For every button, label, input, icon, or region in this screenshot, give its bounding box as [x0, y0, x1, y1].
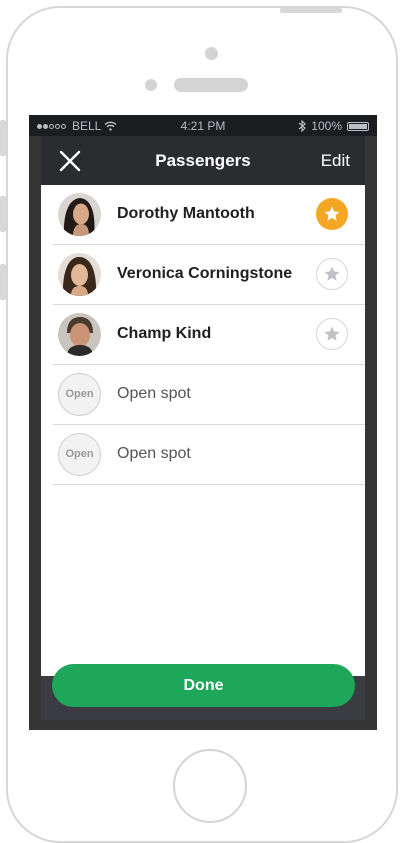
open-spot-row[interactable]: Open Open spot	[53, 365, 365, 425]
page-title: Passengers	[155, 151, 251, 170]
open-spot-label: Open spot	[117, 385, 191, 402]
done-button[interactable]: Done	[52, 664, 355, 707]
home-button[interactable]	[173, 749, 247, 823]
star-icon	[324, 266, 340, 281]
modal-header: Passengers Edit	[41, 136, 365, 185]
passenger-name: Dorothy Mantooth	[117, 205, 255, 222]
mute-switch	[0, 120, 6, 156]
favorite-toggle[interactable]	[316, 258, 348, 290]
star-icon	[324, 206, 340, 221]
favorite-toggle[interactable]	[316, 318, 348, 350]
edit-button[interactable]: Edit	[321, 151, 350, 171]
open-spot-row[interactable]: Open Open spot	[53, 425, 365, 485]
volume-up-button	[0, 196, 6, 232]
open-spot-badge: Open	[58, 373, 101, 416]
passenger-row[interactable]: Champ Kind	[53, 305, 365, 365]
avatar	[58, 313, 101, 356]
passenger-row[interactable]: Dorothy Mantooth	[53, 185, 365, 245]
front-camera	[145, 79, 157, 91]
power-button	[280, 8, 342, 13]
battery-icon	[347, 121, 369, 131]
avatar	[58, 193, 101, 236]
open-spot-label: Open spot	[117, 445, 191, 462]
status-right: 100%	[298, 119, 369, 133]
passengers-modal: Passengers Edit Dorothy Mantooth Veronic…	[41, 136, 365, 720]
screen: BELL 4:21 PM 100% Passengers Edit Doroth…	[29, 115, 377, 730]
proximity-sensor	[205, 47, 218, 60]
passenger-row[interactable]: Veronica Corningstone	[53, 245, 365, 305]
bluetooth-icon	[298, 120, 307, 132]
star-icon	[324, 326, 340, 341]
open-spot-badge: Open	[58, 433, 101, 476]
favorite-toggle[interactable]	[316, 198, 348, 230]
passenger-name: Champ Kind	[117, 325, 212, 342]
battery-percent: 100%	[311, 119, 342, 133]
status-bar: BELL 4:21 PM 100%	[29, 115, 377, 136]
volume-down-button	[0, 264, 6, 300]
passenger-list: Dorothy Mantooth Veronica Corningstone C…	[41, 185, 365, 485]
avatar	[58, 253, 101, 296]
earpiece-speaker	[174, 78, 248, 92]
passenger-name: Veronica Corningstone	[117, 265, 293, 282]
